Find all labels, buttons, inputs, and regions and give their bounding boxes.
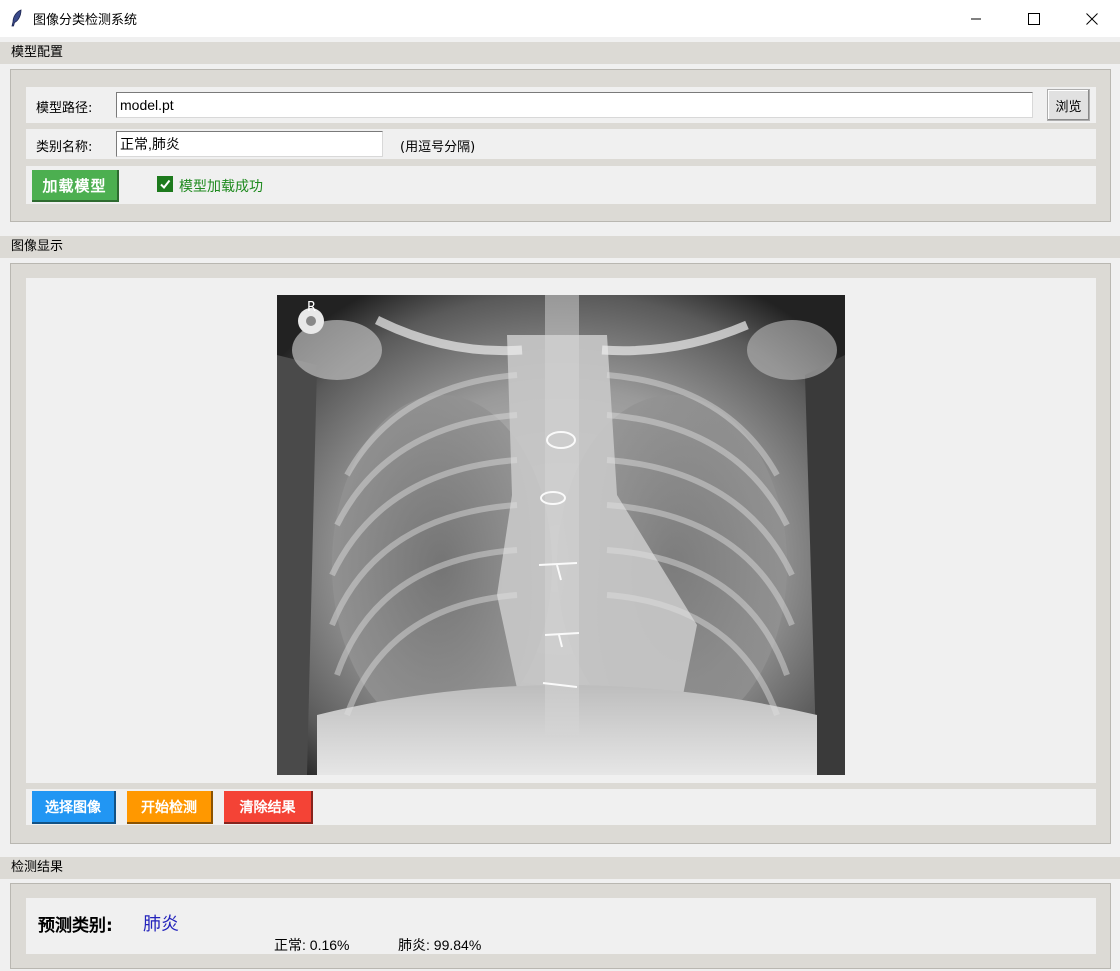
probability-normal: 正常: 0.16% <box>274 937 350 953</box>
minimize-icon <box>971 18 981 19</box>
image-actions-row: 选择图像 开始检测 清除结果 <box>26 789 1096 825</box>
browse-button[interactable]: 浏览 <box>1047 89 1090 121</box>
feather-icon <box>11 9 22 27</box>
class-names-row: 类别名称: 正常,肺炎 (用逗号分隔) <box>26 129 1096 159</box>
minimize-button[interactable] <box>948 0 1004 37</box>
window-title: 图像分类检测系统 <box>33 13 138 28</box>
model-path-input[interactable]: model.pt <box>116 92 1033 118</box>
results-section-title: 检测结果 <box>0 857 1120 879</box>
class-names-input[interactable]: 正常,肺炎 <box>116 131 383 157</box>
model-config-section-title: 模型配置 <box>0 42 1120 64</box>
title-bar: 图像分类检测系统 <box>0 0 1120 37</box>
load-model-button[interactable]: 加载模型 <box>32 170 119 202</box>
probability-pneumonia: 肺炎: 99.84% <box>398 937 482 953</box>
load-status-checkbox[interactable] <box>157 176 173 192</box>
load-status-text: 模型加载成功 <box>179 179 263 195</box>
close-icon <box>1086 12 1098 25</box>
select-image-button[interactable]: 选择图像 <box>32 791 116 824</box>
image-display-group: R 选择图像 开始检测 清除结果 <box>10 263 1111 844</box>
load-row: 加载模型 模型加载成功 <box>26 166 1096 204</box>
class-names-label: 类别名称: <box>36 140 93 155</box>
image-display-section-title: 图像显示 <box>0 236 1120 258</box>
maximize-button[interactable] <box>1006 0 1062 37</box>
close-button[interactable] <box>1064 0 1120 37</box>
model-path-label: 模型路径: <box>36 101 93 116</box>
checkmark-icon <box>160 179 171 190</box>
maximize-icon <box>1028 12 1040 25</box>
svg-text:R: R <box>307 300 316 315</box>
predicted-class-label: 预测类别: <box>38 916 113 936</box>
image-canvas: R <box>26 278 1096 783</box>
clear-result-button[interactable]: 清除结果 <box>224 791 313 824</box>
class-names-hint: (用逗号分隔) <box>400 140 476 155</box>
chest-xray-image: R <box>277 295 845 775</box>
predicted-class-value: 肺炎 <box>143 914 179 935</box>
results-group: 预测类别: 肺炎 正常: 0.16% 肺炎: 99.84% <box>10 883 1111 969</box>
model-config-group: 模型路径: model.pt 浏览 类别名称: 正常,肺炎 (用逗号分隔) 加载… <box>10 69 1111 222</box>
client-area: 模型配置 模型路径: model.pt 浏览 类别名称: 正常,肺炎 (用逗号分… <box>0 37 1120 971</box>
model-path-row: 模型路径: model.pt 浏览 <box>26 87 1096 123</box>
results-panel: 预测类别: 肺炎 正常: 0.16% 肺炎: 99.84% <box>26 898 1096 954</box>
start-detect-button[interactable]: 开始检测 <box>127 791 213 824</box>
